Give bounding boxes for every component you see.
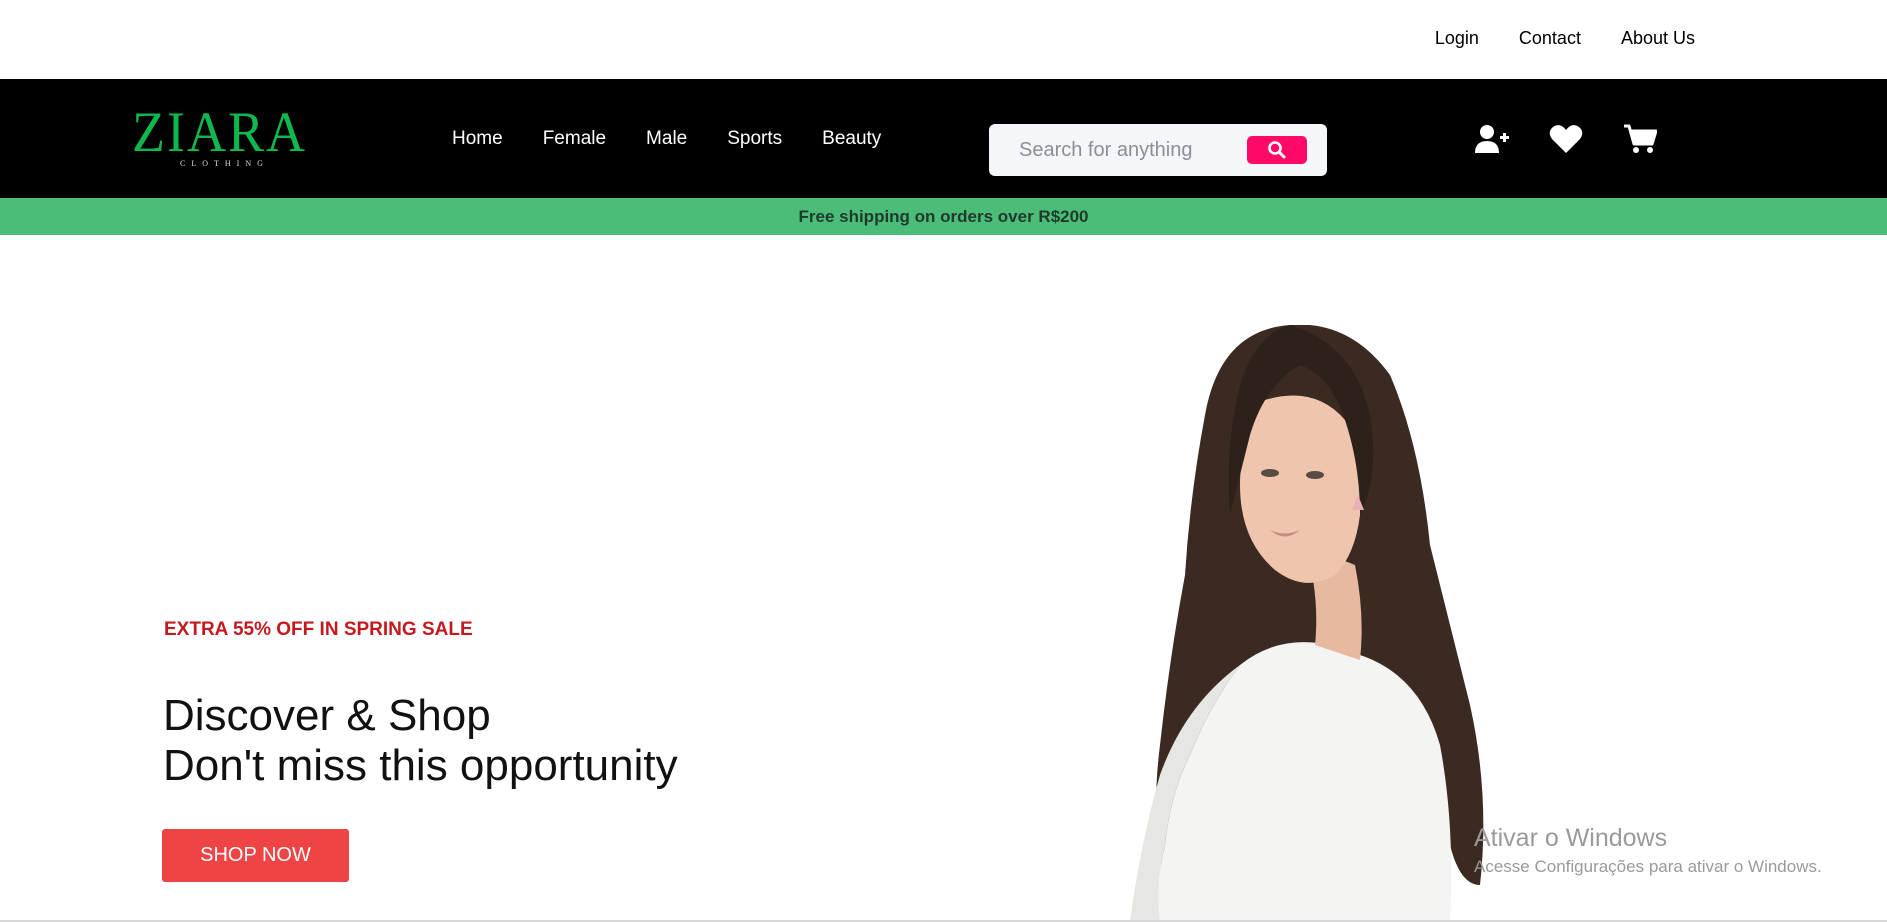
search-icon bbox=[1268, 141, 1286, 159]
cart-button[interactable] bbox=[1622, 121, 1658, 157]
nav-female[interactable]: Female bbox=[543, 128, 606, 150]
add-user-button[interactable] bbox=[1474, 121, 1510, 157]
top-links: Login Contact About Us bbox=[1435, 28, 1695, 49]
top-utility-bar: Login Contact About Us bbox=[0, 0, 1887, 79]
hero-model-image bbox=[1130, 325, 1484, 922]
search-box bbox=[989, 124, 1327, 176]
hero-section: EXTRA 55% OFF IN SPRING SALE Discover & … bbox=[0, 235, 1887, 922]
shop-now-button[interactable]: SHOP NOW bbox=[162, 829, 349, 882]
brand-logo[interactable]: ZIARA CLOTHING bbox=[132, 100, 307, 171]
wishlist-button[interactable] bbox=[1548, 121, 1584, 157]
windows-activation-watermark: Ativar o Windows Acesse Configurações pa… bbox=[1474, 823, 1822, 879]
header-icon-group bbox=[1474, 79, 1658, 198]
nav-beauty[interactable]: Beauty bbox=[822, 128, 881, 150]
search-button[interactable] bbox=[1247, 136, 1307, 164]
brand-name: ZIARA bbox=[132, 100, 307, 164]
add-user-icon bbox=[1475, 124, 1509, 153]
cart-icon bbox=[1624, 124, 1657, 153]
main-header: ZIARA CLOTHING Home Female Male Sports B… bbox=[0, 79, 1887, 198]
watermark-title: Ativar o Windows bbox=[1474, 824, 1668, 852]
nav-sports[interactable]: Sports bbox=[727, 128, 782, 150]
hero-title: Discover & Shop Don't miss this opportun… bbox=[163, 691, 678, 791]
sale-tag: EXTRA 55% OFF IN SPRING SALE bbox=[164, 619, 473, 640]
free-shipping-banner: Free shipping on orders over R$200 bbox=[0, 198, 1887, 235]
nav-home[interactable]: Home bbox=[452, 128, 503, 150]
watermark-subtitle: Acesse Configurações para ativar o Windo… bbox=[1474, 857, 1822, 876]
heart-icon bbox=[1549, 124, 1583, 153]
main-nav-links: Home Female Male Sports Beauty bbox=[452, 79, 881, 198]
about-us-link[interactable]: About Us bbox=[1621, 28, 1695, 49]
promo-text: Free shipping on orders over R$200 bbox=[798, 207, 1089, 226]
search-input[interactable] bbox=[989, 138, 1229, 162]
login-link[interactable]: Login bbox=[1435, 28, 1479, 49]
hero-title-line2: Don't miss this opportunity bbox=[163, 741, 678, 790]
contact-link[interactable]: Contact bbox=[1519, 28, 1581, 49]
hero-title-line1: Discover & Shop bbox=[163, 691, 491, 740]
nav-male[interactable]: Male bbox=[646, 128, 687, 150]
